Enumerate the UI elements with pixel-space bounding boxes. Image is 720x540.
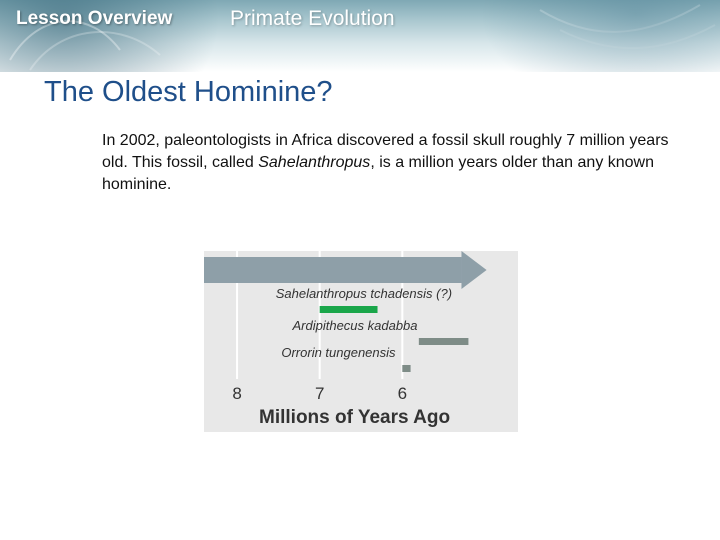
body-paragraph: In 2002, paleontologists in Africa disco…: [102, 130, 672, 196]
timeline-figure: Sahelanthropus tchadensis (?) Ardipithecu…: [204, 251, 518, 432]
x-axis-label: Millions of Years Ago: [259, 407, 450, 428]
lesson-label: Lesson Overview: [16, 8, 173, 29]
genus-name: Sahelanthropus: [258, 154, 371, 171]
species-label: Orrorin tungenensis: [281, 345, 396, 360]
species-label: Ardipithecus kadabba: [291, 318, 417, 333]
section-label: Primate Evolution: [230, 7, 395, 30]
species-range-bar: [402, 365, 411, 372]
timeline-arrow-head: [461, 251, 487, 289]
species-range-bar: [418, 338, 469, 345]
x-tick-label: 7: [315, 384, 324, 403]
x-tick-label: 6: [398, 384, 407, 403]
species-range-bar: [319, 306, 378, 313]
species-label: Sahelanthropus tchadensis (?): [276, 286, 452, 301]
timeline-chart: Sahelanthropus tchadensis (?) Ardipithecu…: [204, 251, 487, 428]
timeline-arrow-shaft: [204, 257, 462, 283]
slide-header: Lesson Overview Primate Evolution: [0, 0, 720, 72]
slide-title: The Oldest Hominine?: [44, 76, 333, 108]
x-tick-label: 8: [232, 384, 241, 403]
